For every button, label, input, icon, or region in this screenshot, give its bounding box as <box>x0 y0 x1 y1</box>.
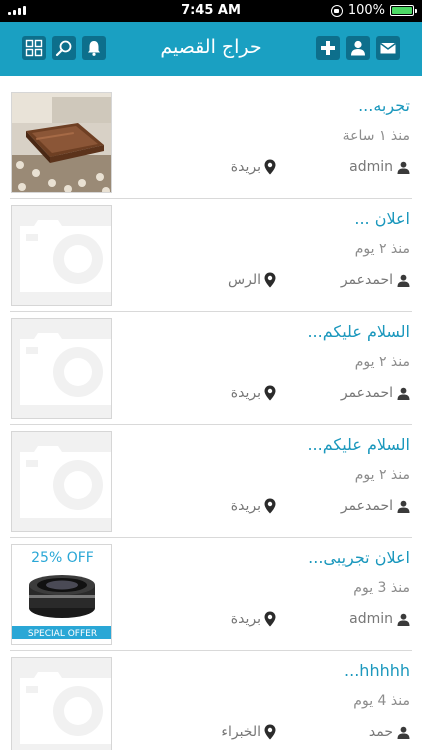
profile-button[interactable] <box>346 36 370 60</box>
location-pin-icon <box>264 385 276 401</box>
user-icon <box>397 726 410 739</box>
list-item[interactable]: السلام عليكم... منذ ٢ يوم احمدعمر بريدة <box>0 312 422 425</box>
listing-thumbnail[interactable] <box>11 431 112 532</box>
listing-title[interactable]: hhhhh... <box>120 661 410 680</box>
listing-author: حمد <box>369 724 410 740</box>
location-pin-icon <box>264 272 276 288</box>
listing-location: بريدة <box>231 611 276 627</box>
offer-bottom-text: SPECIAL OFFER <box>28 629 97 639</box>
listing-location: الرس <box>228 272 276 288</box>
location-pin-icon <box>264 611 276 627</box>
app-header: حراج القصيم <box>0 22 422 76</box>
author-name: احمدعمر <box>340 272 393 288</box>
location-name: بريدة <box>230 159 261 175</box>
listing-author: احمدعمر <box>341 385 410 401</box>
status-bar: 7:45 AM 100% <box>0 0 422 22</box>
location-pin-icon <box>264 498 276 514</box>
listing-title[interactable]: السلام عليكم... <box>120 435 410 454</box>
listing-thumbnail[interactable] <box>11 657 112 750</box>
user-icon <box>397 161 410 174</box>
author-name: admin <box>349 159 393 175</box>
location-pin-icon <box>264 159 276 175</box>
list-item[interactable]: hhhhh... منذ 4 يوم حمد الخبراء <box>0 651 422 750</box>
camera-placeholder-icon <box>12 319 111 418</box>
listings-list: تجربه... منذ ١ ساعة admin بريدة اعلان ..… <box>0 86 422 750</box>
user-icon <box>351 40 365 56</box>
list-item[interactable]: السلام عليكم... منذ ٢ يوم احمدعمر بريدة <box>0 425 422 538</box>
listing-time: منذ ١ ساعة <box>342 128 410 144</box>
list-item[interactable]: 25% OFF SPECIAL OFFER اعلان تجريبى... من… <box>0 538 422 651</box>
listing-author: admin <box>349 611 410 627</box>
listing-location: بريدة <box>231 159 276 175</box>
lens-offer-photo: 25% OFF SPECIAL OFFER <box>12 545 111 644</box>
camera-placeholder-icon <box>12 206 111 305</box>
listing-title[interactable]: اعلان ... <box>120 209 410 228</box>
user-icon <box>397 613 410 626</box>
author-name: احمدعمر <box>340 385 393 401</box>
location-pin-icon <box>264 724 276 740</box>
listing-author: احمدعمر <box>341 498 410 514</box>
listing-time: منذ ٢ يوم <box>354 354 410 370</box>
listing-thumbnail[interactable]: 25% OFF SPECIAL OFFER <box>11 544 112 645</box>
mail-icon <box>380 42 396 54</box>
listing-location: بريدة <box>231 385 276 401</box>
listing-title[interactable]: السلام عليكم... <box>120 322 410 341</box>
listing-title[interactable]: تجربه... <box>120 96 410 115</box>
author-name: حمد <box>368 724 393 740</box>
location-name: الرس <box>228 272 261 288</box>
offer-top-text: 25% OFF <box>31 550 94 566</box>
battery-percent: 100% <box>347 3 385 18</box>
listing-time: منذ 3 يوم <box>353 580 410 596</box>
location-name: الخبراء <box>221 724 261 740</box>
location-name: بريدة <box>230 498 261 514</box>
listing-time: منذ 4 يوم <box>353 693 410 709</box>
location-name: بريدة <box>230 611 261 627</box>
listing-time: منذ ٢ يوم <box>354 467 410 483</box>
list-item[interactable]: تجربه... منذ ١ ساعة admin بريدة <box>0 86 422 199</box>
listing-location: بريدة <box>231 498 276 514</box>
author-name: admin <box>349 611 393 627</box>
camera-placeholder-icon <box>12 432 111 531</box>
rotation-lock-icon <box>330 4 343 17</box>
author-name: احمدعمر <box>340 498 393 514</box>
listing-thumbnail[interactable] <box>11 318 112 419</box>
battery-icon <box>390 5 417 16</box>
listing-title[interactable]: اعلان تجريبى... <box>120 548 410 567</box>
furniture-photo <box>12 93 111 192</box>
messages-button[interactable] <box>376 36 400 60</box>
listing-location: الخبراء <box>221 724 276 740</box>
listing-thumbnail[interactable] <box>11 205 112 306</box>
plus-icon <box>321 41 335 55</box>
listing-author: admin <box>349 159 410 175</box>
listing-time: منذ ٢ يوم <box>354 241 410 257</box>
location-name: بريدة <box>230 385 261 401</box>
user-icon <box>397 274 410 287</box>
listing-thumbnail[interactable] <box>11 92 112 193</box>
user-icon <box>397 387 410 400</box>
camera-placeholder-icon <box>12 658 111 750</box>
list-item[interactable]: اعلان ... منذ ٢ يوم احمدعمر الرس <box>0 199 422 312</box>
listing-author: احمدعمر <box>341 272 410 288</box>
user-icon <box>397 500 410 513</box>
add-listing-button[interactable] <box>316 36 340 60</box>
